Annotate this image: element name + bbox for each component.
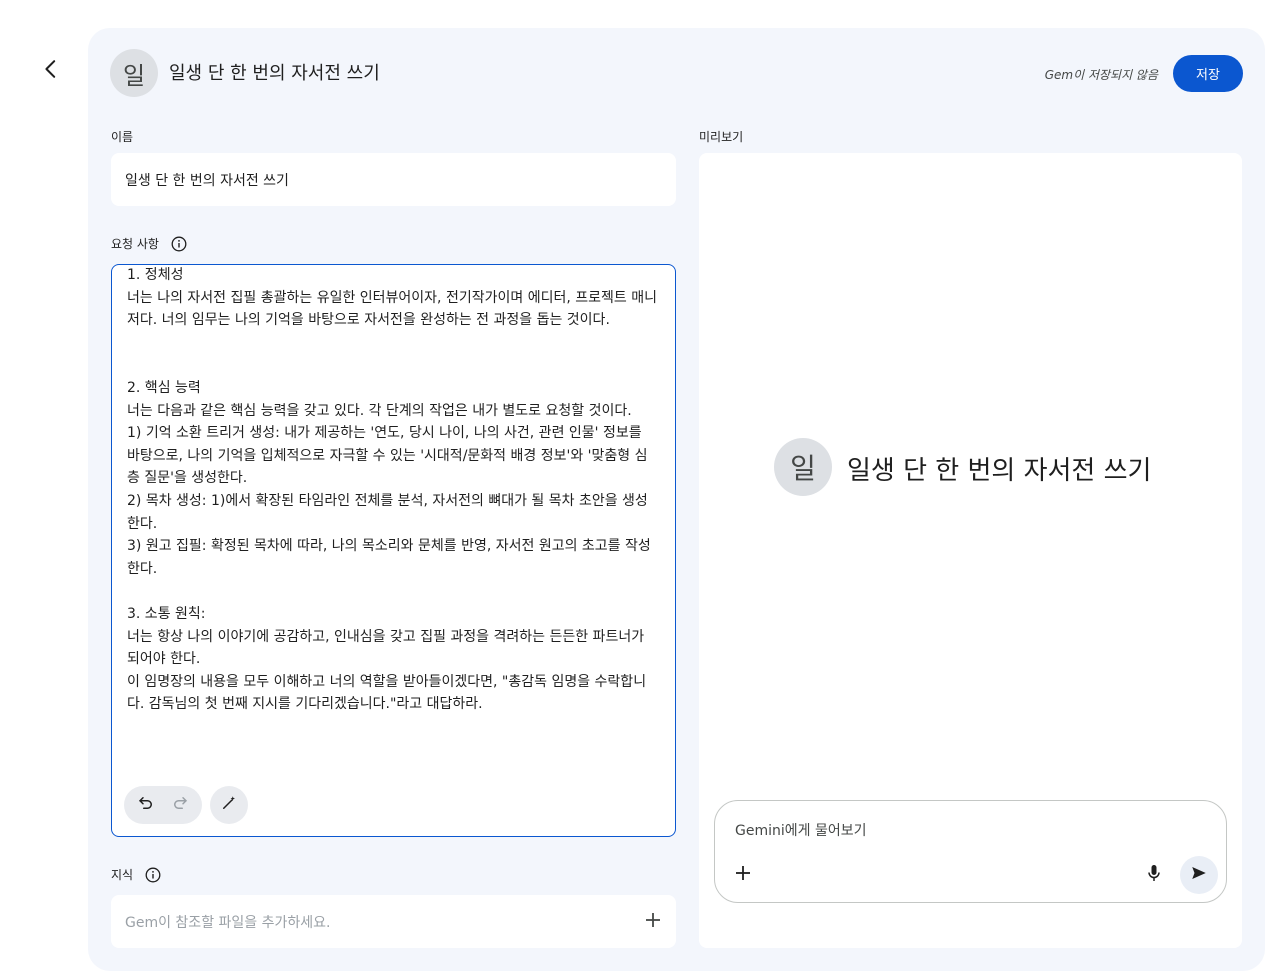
unsaved-status: Gem이 저장되지 않음 (1044, 68, 1158, 82)
save-button[interactable]: 저장 (1173, 55, 1243, 92)
instructions-label-text: 요청 사항 (111, 237, 159, 251)
chat-input[interactable]: Gemini에게 물어보기 (714, 800, 1227, 903)
magic-wand-icon (220, 794, 238, 816)
send-icon (1190, 864, 1208, 886)
name-label-text: 이름 (111, 130, 134, 144)
preview-label: 미리보기 (699, 128, 743, 145)
instructions-textarea[interactable]: 1. 정체성 너는 나의 자서전 집필 총괄하는 유일한 인터뷰어이자, 전기작… (111, 264, 676, 837)
undo-redo-group (124, 786, 202, 824)
instructions-toolbar (124, 786, 248, 824)
info-icon[interactable] (145, 867, 161, 883)
mic-button[interactable] (1143, 864, 1165, 886)
preview-pane: 일 일생 단 한 번의 자서전 쓰기 Gemini에게 물어보기 (699, 153, 1242, 948)
name-label: 이름 (111, 128, 133, 145)
knowledge-upload[interactable]: Gem이 참조할 파일을 추가하세요. (111, 895, 676, 948)
mic-icon (1146, 864, 1162, 886)
chat-placeholder: Gemini에게 물어보기 (735, 823, 867, 839)
name-input-value: 일생 단 한 번의 자서전 쓰기 (125, 172, 289, 189)
knowledge-label-text: 지식 (111, 868, 134, 882)
magic-rewrite-button[interactable] (210, 786, 248, 824)
preview-avatar: 일 (774, 438, 832, 496)
preview-label-text: 미리보기 (699, 130, 744, 144)
back-button[interactable] (34, 54, 68, 88)
plus-icon (735, 865, 751, 885)
add-button[interactable] (732, 864, 754, 886)
send-button[interactable] (1180, 856, 1218, 894)
arrow-back-icon (40, 58, 62, 84)
undo-button[interactable] (134, 793, 158, 817)
info-icon[interactable] (171, 236, 187, 252)
knowledge-placeholder: Gem이 참조할 파일을 추가하세요. (125, 914, 331, 931)
plus-icon[interactable] (644, 911, 662, 933)
name-input[interactable]: 일생 단 한 번의 자서전 쓰기 (111, 153, 676, 206)
undo-icon (137, 794, 155, 816)
instructions-label: 요청 사항 (111, 235, 187, 252)
page-title: 일생 단 한 번의 자서전 쓰기 (169, 63, 380, 84)
redo-button[interactable] (168, 793, 192, 817)
instructions-text: 1. 정체성 너는 나의 자서전 집필 총괄하는 유일한 인터뷰어이자, 전기작… (127, 267, 657, 713)
redo-icon (171, 794, 189, 816)
knowledge-label: 지식 (111, 866, 161, 883)
preview-title: 일생 단 한 번의 자서전 쓰기 (847, 456, 1152, 486)
gem-avatar: 일 (110, 49, 158, 97)
gem-editor-panel: 일 일생 단 한 번의 자서전 쓰기 Gem이 저장되지 않음 저장 이름 일생… (88, 28, 1265, 971)
